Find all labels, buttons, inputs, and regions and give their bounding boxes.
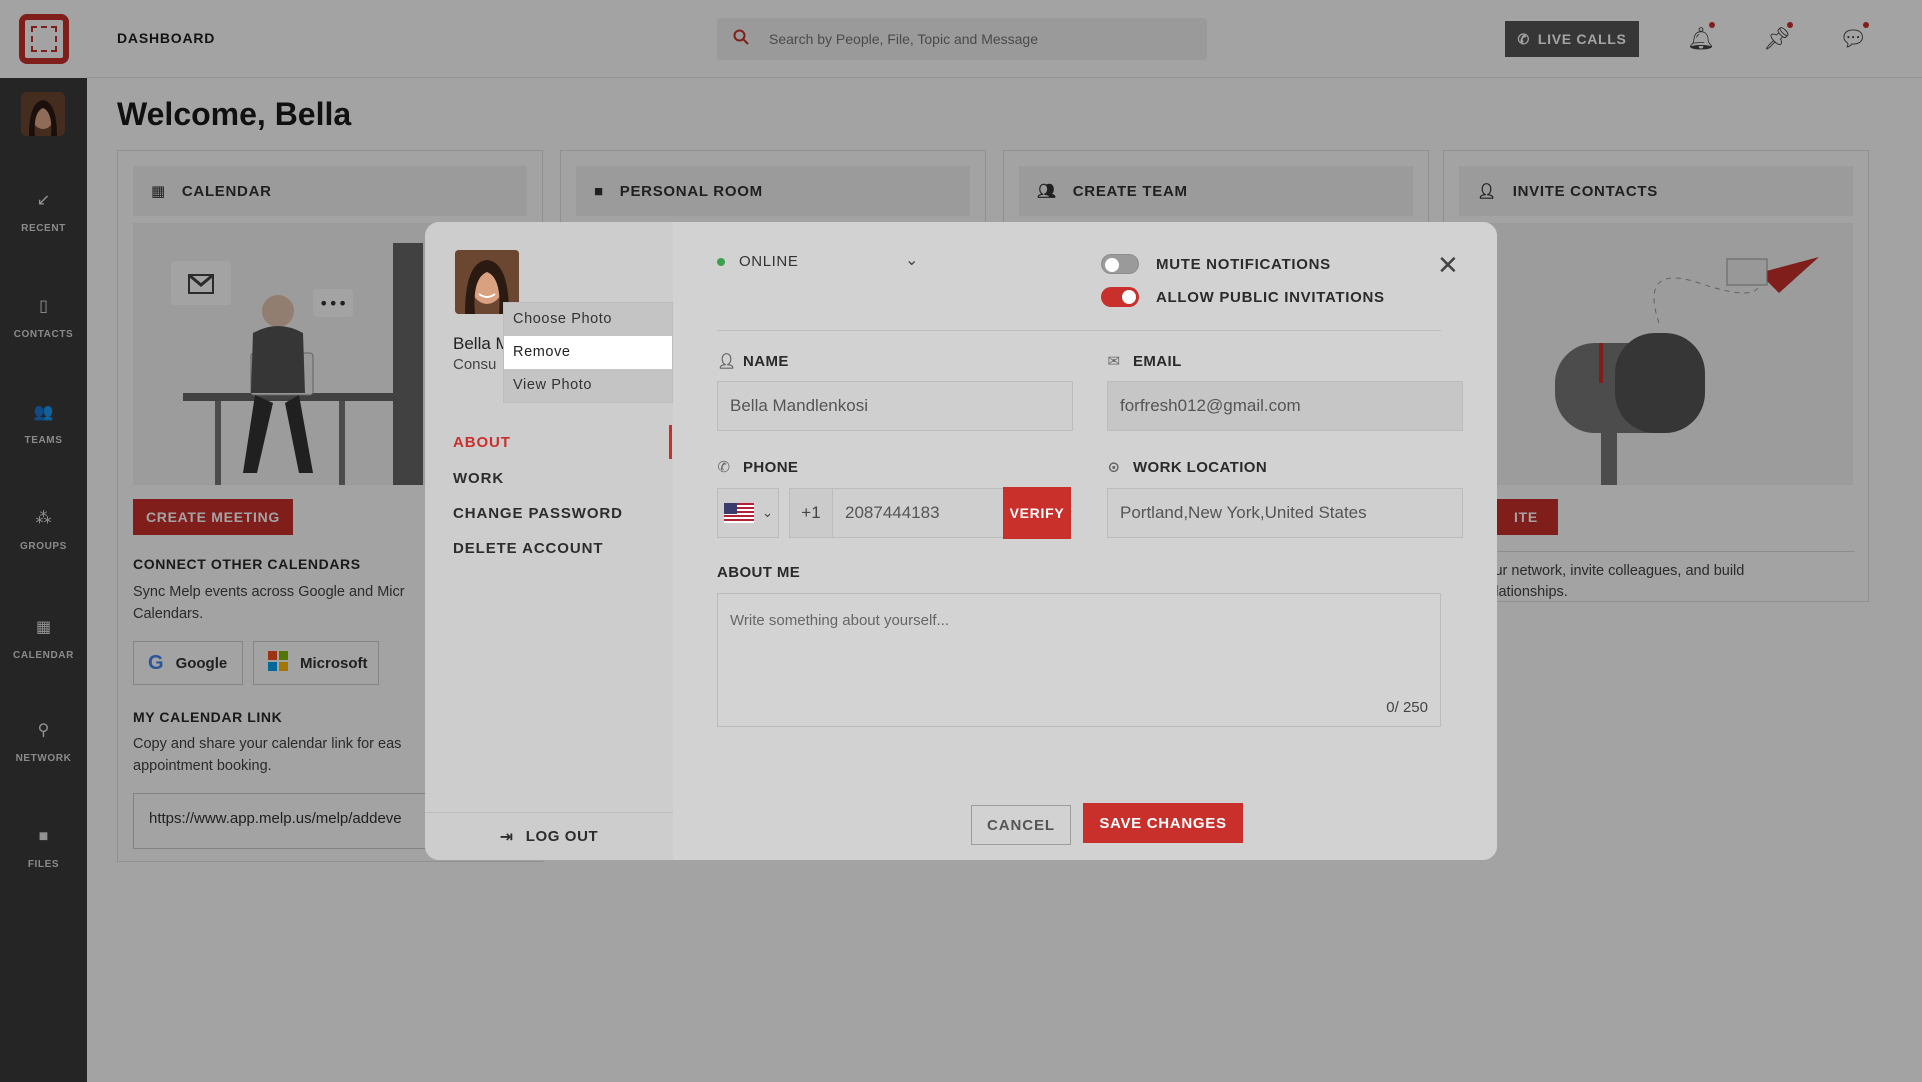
about-me-label: ABOUT ME: [717, 564, 801, 581]
about-me-textarea[interactable]: Write something about yourself... 0/ 250: [717, 593, 1441, 727]
divider: [717, 330, 1441, 331]
verify-button[interactable]: VERIFY: [1003, 487, 1071, 539]
phone-label: ✆ PHONE: [717, 458, 799, 477]
status-select[interactable]: ONLINE: [717, 253, 798, 270]
mute-notifications-label: MUTE NOTIFICATIONS: [1156, 256, 1331, 273]
toggle-knob: [1105, 258, 1119, 272]
save-changes-button[interactable]: SAVE CHANGES: [1083, 803, 1243, 843]
remove-photo-option[interactable]: Remove: [504, 336, 672, 369]
logout-icon: ⇥: [499, 828, 514, 846]
close-icon[interactable]: ✕: [1437, 250, 1459, 281]
name-input[interactable]: [717, 381, 1073, 431]
nav-work[interactable]: WORK: [453, 470, 504, 487]
logout-button[interactable]: ⇥ LOG OUT: [425, 812, 673, 860]
email-label: ✉ EMAIL: [1107, 352, 1182, 371]
mail-icon: ✉: [1107, 353, 1121, 370]
location-pin-icon: ⊙: [1107, 459, 1121, 476]
photo-menu: Choose Photo Remove View Photo: [503, 302, 673, 403]
email-input[interactable]: [1107, 381, 1463, 431]
choose-photo-option[interactable]: Choose Photo: [504, 303, 672, 336]
nav-delete-account[interactable]: DELETE ACCOUNT: [453, 540, 603, 557]
phone-input[interactable]: [832, 488, 1004, 538]
view-photo-option[interactable]: View Photo: [504, 369, 672, 402]
mute-notifications-toggle[interactable]: [1101, 254, 1139, 274]
phone-icon: ✆: [717, 459, 731, 476]
dial-code: +1: [789, 488, 833, 538]
toggle-knob: [1122, 290, 1136, 304]
profile-nav-panel: Bella M Consu Choose Photo Remove View P…: [425, 222, 673, 860]
work-location-label: ⊙ WORK LOCATION: [1107, 458, 1268, 477]
about-me-placeholder: Write something about yourself...: [730, 612, 949, 629]
online-dot: [717, 257, 725, 266]
profile-modal: Bella M Consu Choose Photo Remove View P…: [425, 222, 1497, 860]
us-flag-icon: [724, 503, 754, 523]
active-nav-indicator: [669, 425, 672, 459]
profile-role: Consu: [453, 356, 497, 373]
country-code-select[interactable]: ⌄: [717, 488, 779, 538]
cancel-button[interactable]: CANCEL: [971, 805, 1071, 845]
user-icon: 👤︎: [717, 353, 737, 370]
app-root: ↙ RECENT ▯ CONTACTS 👥 TEAMS ⁂ GROUPS ▦ C…: [0, 0, 1922, 1082]
chevron-down-icon[interactable]: ⌄: [905, 250, 918, 270]
nav-about[interactable]: ABOUT: [453, 434, 511, 451]
chevron-down-icon: ⌄: [762, 505, 773, 520]
profile-form: ONLINE ⌄ MUTE NOTIFICATIONS ALLOW PUBLIC…: [673, 222, 1497, 860]
profile-name: Bella M: [453, 334, 510, 353]
nav-change-password[interactable]: CHANGE PASSWORD: [453, 505, 623, 522]
allow-public-invitations-toggle[interactable]: [1101, 287, 1139, 307]
work-location-input[interactable]: [1107, 488, 1463, 538]
allow-public-invitations-label: ALLOW PUBLIC INVITATIONS: [1156, 289, 1385, 306]
character-count: 0/ 250: [1386, 699, 1428, 716]
name-label: 👤︎ NAME: [717, 352, 789, 371]
